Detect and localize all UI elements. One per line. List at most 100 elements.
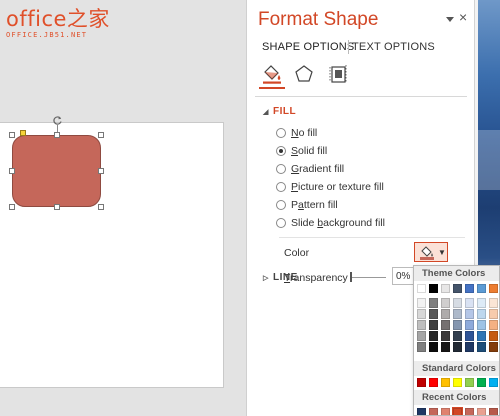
color-swatch[interactable]	[429, 342, 438, 352]
watermark-logo: office之家 OFFICE.JB51.NET	[6, 8, 110, 39]
color-swatch[interactable]	[429, 378, 438, 387]
color-swatch[interactable]	[477, 320, 486, 330]
size-properties-icon[interactable]	[327, 63, 349, 85]
color-swatch[interactable]	[465, 408, 474, 415]
tab-shape-options[interactable]: SHAPE OPTIONS	[262, 41, 354, 53]
color-swatch[interactable]	[452, 407, 463, 415]
radio-button[interactable]	[276, 182, 286, 192]
color-swatch[interactable]	[489, 342, 498, 352]
color-swatch[interactable]	[441, 309, 450, 319]
color-swatch[interactable]	[453, 320, 462, 330]
close-icon[interactable]: ×	[459, 9, 467, 25]
color-swatch[interactable]	[441, 320, 450, 330]
color-swatch[interactable]	[417, 378, 426, 387]
resize-handle-bottom-left[interactable]	[9, 204, 15, 210]
color-swatch[interactable]	[465, 378, 474, 387]
color-swatch[interactable]	[417, 320, 426, 330]
color-swatch[interactable]	[453, 378, 462, 387]
color-swatch[interactable]	[477, 331, 486, 341]
color-swatch[interactable]	[477, 342, 486, 352]
color-swatch[interactable]	[417, 309, 426, 319]
rotation-connector	[57, 125, 58, 132]
color-swatch[interactable]	[429, 298, 438, 308]
color-swatch[interactable]	[429, 320, 438, 330]
color-swatch[interactable]	[441, 378, 450, 387]
color-picker-dropdown[interactable]: Theme Colors Standard Colors Recent Colo…	[413, 265, 500, 416]
radio-button[interactable]	[276, 128, 286, 138]
color-swatch[interactable]	[441, 408, 450, 415]
color-swatch[interactable]	[417, 284, 426, 293]
color-swatch[interactable]	[477, 378, 486, 387]
line-section-header[interactable]: ▷ LINE	[263, 272, 298, 283]
color-swatch[interactable]	[453, 331, 462, 341]
pane-options-dropdown-icon[interactable]	[445, 14, 455, 24]
color-swatch[interactable]	[465, 284, 474, 293]
color-swatch[interactable]	[465, 309, 474, 319]
pane-divider	[255, 96, 467, 97]
color-swatch[interactable]	[441, 342, 450, 352]
transparency-slider-track[interactable]	[351, 277, 386, 278]
fill-section-header[interactable]: ◢ FILL	[263, 106, 296, 117]
radio-button[interactable]	[276, 218, 286, 228]
resize-handle-top[interactable]	[54, 132, 60, 138]
radio-label: Slide background fill	[291, 217, 385, 229]
color-swatch[interactable]	[477, 284, 486, 293]
effects-pentagon-icon[interactable]	[293, 63, 315, 85]
color-swatch[interactable]	[489, 320, 498, 330]
resize-handle-left[interactable]	[9, 168, 15, 174]
rotate-handle-icon[interactable]	[52, 115, 63, 126]
color-swatch[interactable]	[465, 342, 474, 352]
color-swatch[interactable]	[453, 298, 462, 308]
radio-solid-fill[interactable]: Solid fill	[276, 143, 327, 159]
fill-divider	[279, 237, 465, 238]
color-swatch[interactable]	[453, 284, 462, 293]
rounded-rectangle-shape[interactable]	[12, 135, 101, 207]
color-label: Color	[284, 247, 310, 259]
color-swatch[interactable]	[429, 284, 438, 293]
color-swatch[interactable]	[417, 342, 426, 352]
resize-handle-bottom-right[interactable]	[98, 204, 104, 210]
radio-button-selected[interactable]	[276, 146, 286, 156]
fill-color-button[interactable]: ▼	[414, 242, 448, 262]
color-swatch[interactable]	[429, 309, 438, 319]
line-heading: LINE	[273, 272, 298, 283]
color-swatch[interactable]	[477, 309, 486, 319]
theme-colors-row	[417, 284, 498, 293]
color-swatch[interactable]	[465, 298, 474, 308]
radio-gradient-fill[interactable]: Gradient fill	[276, 161, 344, 177]
color-swatch[interactable]	[453, 309, 462, 319]
color-swatch[interactable]	[417, 331, 426, 341]
color-swatch[interactable]	[489, 331, 498, 341]
color-swatch[interactable]	[465, 331, 474, 341]
radio-pattern-fill[interactable]: Pattern fill	[276, 197, 338, 213]
resize-handle-top-right[interactable]	[98, 132, 104, 138]
color-swatch[interactable]	[453, 342, 462, 352]
color-swatch[interactable]	[489, 298, 498, 308]
tab-text-options[interactable]: TEXT OPTIONS	[352, 41, 435, 53]
resize-handle-bottom[interactable]	[54, 204, 60, 210]
resize-handle-top-left[interactable]	[9, 132, 15, 138]
color-swatch[interactable]	[489, 284, 498, 293]
radio-no-fill[interactable]: No fill	[276, 125, 317, 141]
color-swatch[interactable]	[441, 298, 450, 308]
color-swatch[interactable]	[441, 284, 450, 293]
color-swatch[interactable]	[441, 331, 450, 341]
fill-line-icon[interactable]	[261, 63, 283, 85]
radio-button[interactable]	[276, 200, 286, 210]
color-swatch[interactable]	[417, 408, 426, 415]
color-swatch[interactable]	[417, 298, 426, 308]
color-swatch[interactable]	[477, 298, 486, 308]
radio-picture-texture-fill[interactable]: Picture or texture fill	[276, 179, 384, 195]
radio-button[interactable]	[276, 164, 286, 174]
radio-slide-background-fill[interactable]: Slide background fill	[276, 215, 385, 231]
resize-handle-right[interactable]	[98, 168, 104, 174]
color-swatch[interactable]	[477, 408, 486, 415]
corner-adjust-handle[interactable]	[20, 130, 26, 136]
color-swatch[interactable]	[429, 331, 438, 341]
color-swatch[interactable]	[465, 320, 474, 330]
transparency-slider-thumb[interactable]	[350, 272, 352, 282]
color-swatch[interactable]	[489, 378, 498, 387]
color-swatch[interactable]	[489, 408, 498, 415]
color-swatch[interactable]	[429, 408, 438, 415]
color-swatch[interactable]	[489, 309, 498, 319]
